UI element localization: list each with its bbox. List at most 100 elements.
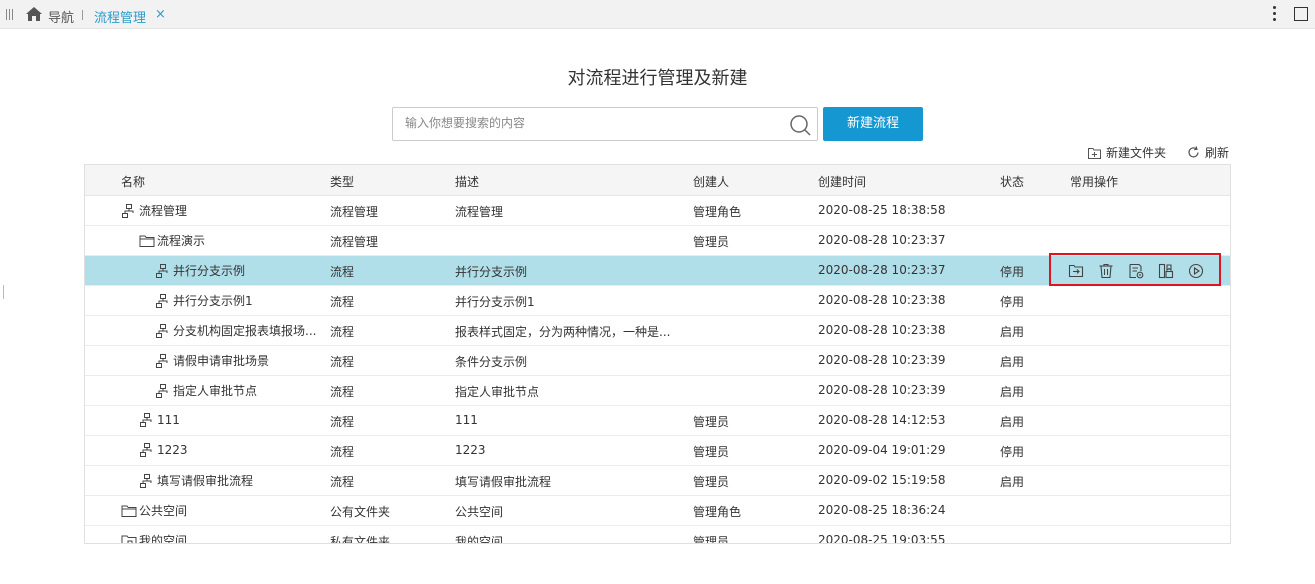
header-type[interactable]: 类型 <box>330 173 354 190</box>
row-desc: 1223 <box>455 443 486 457</box>
flow-icon <box>155 293 171 309</box>
row-status: 停用 <box>1000 265 1025 279</box>
row-desc: 公共空间 <box>455 505 504 519</box>
row-name: 请假申请审批场景 <box>173 354 270 368</box>
row-name-cell[interactable]: 指定人审批节点 <box>155 382 257 399</box>
row-type: 流程管理 <box>330 205 379 219</box>
tab-nav[interactable]: 导航 <box>48 7 74 26</box>
row-status: 停用 <box>1000 445 1025 459</box>
row-creator: 管理员 <box>693 475 730 489</box>
row-name-cell[interactable]: 流程演示 <box>139 232 205 249</box>
flow-icon <box>121 203 137 219</box>
row-status: 启用 <box>1000 415 1025 429</box>
row-name: 流程管理 <box>139 204 188 218</box>
row-created-at: 2020-09-02 15:19:58 <box>818 473 946 487</box>
row-name-cell[interactable]: 填写请假审批流程 <box>139 472 253 489</box>
row-created-at: 2020-08-28 14:12:53 <box>818 413 946 427</box>
table-row[interactable]: 填写请假审批流程 流程 填写请假审批流程 管理员 2020-09-02 15:19:58… <box>85 466 1230 496</box>
row-name-cell[interactable]: 并行分支示例1 <box>155 292 253 309</box>
row-name: 指定人审批节点 <box>173 384 258 398</box>
row-creator: 管理角色 <box>693 505 742 519</box>
refresh-button[interactable]: 刷新 <box>1187 144 1229 161</box>
home-icon[interactable] <box>25 6 43 22</box>
row-status: 启用 <box>1000 475 1025 489</box>
flow-table: 名称 类型 描述 创建人 创建时间 状态 常用操作 流程管理 流程管理 流程管理 管理… <box>84 164 1231 544</box>
flow-icon <box>155 383 171 399</box>
run-icon[interactable] <box>1188 263 1204 279</box>
more-vertical-icon[interactable] <box>1272 6 1276 22</box>
move-to-icon[interactable] <box>1068 263 1084 279</box>
row-desc: 我的空间 <box>455 535 504 544</box>
row-name-cell[interactable]: 流程管理 <box>121 202 187 219</box>
row-name: 分支机构固定报表填报场... <box>173 324 317 338</box>
search-icon[interactable] <box>789 114 811 136</box>
table-row[interactable]: 并行分支示例1 流程 并行分支示例1 2020-08-28 10:23:38 停用 <box>85 286 1230 316</box>
row-name-cell[interactable]: 我的空间 <box>121 532 187 543</box>
table-row[interactable]: 流程管理 流程管理 流程管理 管理角色 2020-08-25 18:38:58 <box>85 196 1230 226</box>
row-created-at: 2020-08-28 10:23:37 <box>818 263 946 277</box>
row-type: 流程 <box>330 265 355 279</box>
row-name-cell[interactable]: 并行分支示例 <box>155 262 245 279</box>
refresh-icon <box>1188 146 1199 158</box>
table-row[interactable]: 流程演示 流程管理 管理员 2020-08-28 10:23:37 <box>85 226 1230 256</box>
table-row[interactable]: 111 流程 111 管理员 2020-08-28 14:12:53 启用 <box>85 406 1230 436</box>
row-desc: 并行分支示例1 <box>455 295 535 309</box>
row-type: 流程 <box>330 355 355 369</box>
row-name-cell[interactable]: 1223 <box>139 442 188 458</box>
edit-icon[interactable] <box>1128 263 1144 279</box>
table-row[interactable]: 指定人审批节点 流程 指定人审批节点 2020-08-28 10:23:39 启用 <box>85 376 1230 406</box>
row-created-at: 2020-08-28 10:23:37 <box>818 233 946 247</box>
header-created-at[interactable]: 创建时间 <box>818 173 866 190</box>
new-folder-icon <box>1088 147 1101 159</box>
header-desc[interactable]: 描述 <box>455 173 479 190</box>
row-type: 公有文件夹 <box>330 505 391 519</box>
row-desc: 111 <box>455 413 478 427</box>
table-row[interactable]: 分支机构固定报表填报场... 流程 报表样式固定，分为两种情况，一种是... 2020… <box>85 316 1230 346</box>
search-box[interactable] <box>392 107 818 141</box>
row-desc: 条件分支示例 <box>455 355 528 369</box>
header-status[interactable]: 状态 <box>1000 173 1024 190</box>
menu-bars-icon[interactable] <box>6 9 14 20</box>
tab-flow-management[interactable]: 流程管理 <box>94 7 146 26</box>
row-created-at: 2020-08-25 18:36:24 <box>818 503 946 517</box>
row-name: 并行分支示例1 <box>173 294 253 308</box>
new-flow-button[interactable]: 新建流程 <box>823 107 923 141</box>
tab-separator <box>82 10 83 20</box>
page-title: 对流程进行管理及新建 <box>567 68 748 89</box>
new-folder-button[interactable]: 新建文件夹 <box>1088 144 1166 161</box>
table-row[interactable]: 请假申请审批场景 流程 条件分支示例 2020-08-28 10:23:39 启用 <box>85 346 1230 376</box>
row-desc: 并行分支示例 <box>455 265 528 279</box>
row-name-cell[interactable]: 分支机构固定报表填报场... <box>155 322 316 339</box>
row-created-at: 2020-08-28 10:23:38 <box>818 293 946 307</box>
tab-close-icon[interactable]: × <box>155 7 166 22</box>
row-type: 私有文件夹 <box>330 535 391 544</box>
row-desc: 报表样式固定，分为两种情况，一种是... <box>455 325 671 339</box>
row-desc: 填写请假审批流程 <box>455 475 552 489</box>
flow-icon <box>139 412 155 428</box>
table-row[interactable]: 我的空间 私有文件夹 我的空间 管理员 2020-08-25 19:03:55 <box>85 526 1230 544</box>
search-input[interactable] <box>405 116 775 130</box>
folder-icon <box>121 504 137 518</box>
row-name-cell[interactable]: 请假申请审批场景 <box>155 352 269 369</box>
table-row[interactable]: 公共空间 公有文件夹 公共空间 管理角色 2020-08-25 18:36:24 <box>85 496 1230 526</box>
row-name-cell[interactable]: 111 <box>139 412 180 428</box>
header-name[interactable]: 名称 <box>121 173 145 190</box>
row-type: 流程 <box>330 385 355 399</box>
row-desc: 指定人审批节点 <box>455 385 540 399</box>
maximize-icon[interactable] <box>1294 7 1308 21</box>
row-created-at: 2020-08-28 10:23:38 <box>818 323 946 337</box>
row-name-cell[interactable]: 公共空间 <box>121 502 187 519</box>
delete-icon[interactable] <box>1098 263 1114 279</box>
row-created-at: 2020-08-25 18:38:58 <box>818 203 946 217</box>
row-status: 启用 <box>1000 385 1025 399</box>
row-creator: 管理员 <box>693 445 730 459</box>
table-row[interactable]: 1223 流程 1223 管理员 2020-09-04 19:01:29 停用 <box>85 436 1230 466</box>
new-folder-label: 新建文件夹 <box>1106 146 1167 160</box>
header-creator[interactable]: 创建人 <box>693 173 729 190</box>
resize-handle[interactable] <box>3 285 4 299</box>
row-type: 流程 <box>330 415 355 429</box>
flow-icon <box>139 473 155 489</box>
flow-icon <box>155 323 171 339</box>
row-creator: 管理员 <box>693 535 730 544</box>
copy-icon[interactable] <box>1158 263 1174 279</box>
